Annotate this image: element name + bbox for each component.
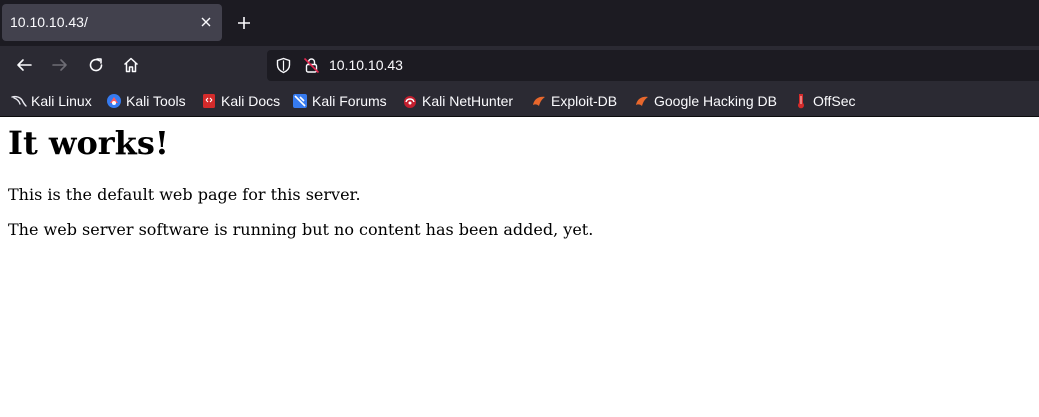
back-arrow-icon[interactable]: [14, 55, 34, 75]
bookmark-google-hacking-db[interactable]: Google Hacking DB: [634, 91, 777, 111]
bookmark-label: Kali Linux: [31, 93, 92, 109]
tab-title: 10.10.10.43/: [10, 14, 88, 30]
bookmarks-toolbar: Kali Linux Kali Tools Kali Docs Kali For…: [0, 85, 1039, 117]
tab-strip: 10.10.10.43/: [0, 0, 1039, 46]
kali-docs-icon: [203, 94, 215, 108]
bookmark-label: Exploit-DB: [551, 93, 618, 109]
bookmark-kali-tools[interactable]: Kali Tools: [106, 91, 186, 111]
tracking-protection-shield-icon[interactable]: [275, 57, 292, 74]
page-content: It works! This is the default web page f…: [0, 117, 1039, 417]
forward-arrow-icon[interactable]: [50, 55, 70, 75]
new-tab-icon[interactable]: [234, 13, 254, 33]
bookmark-label: Kali Forums: [312, 93, 387, 109]
insecure-connection-lock-icon[interactable]: [303, 57, 320, 74]
page-paragraph: The web server software is running but n…: [8, 220, 594, 239]
bookmark-label: Kali Tools: [126, 93, 186, 109]
close-tab-icon[interactable]: [197, 13, 215, 31]
offsec-icon: [798, 94, 804, 109]
bookmark-label: Kali NetHunter: [422, 93, 514, 109]
bookmark-label: OffSec: [813, 93, 856, 109]
reload-icon[interactable]: [86, 55, 106, 75]
kali-forums-icon: [293, 94, 307, 108]
bookmark-kali-docs[interactable]: Kali Docs: [201, 91, 280, 111]
tab-active[interactable]: 10.10.10.43/: [2, 4, 222, 41]
navigation-toolbar: 10.10.10.43: [0, 46, 1039, 85]
bookmark-offsec[interactable]: OffSec: [793, 91, 856, 111]
bookmark-kali-nethunter[interactable]: Kali NetHunter: [402, 91, 513, 111]
bookmark-kali-linux[interactable]: Kali Linux: [11, 91, 92, 111]
url-text[interactable]: 10.10.10.43: [329, 57, 403, 73]
kali-nethunter-icon: [404, 96, 416, 108]
bookmark-exploit-db[interactable]: Exploit-DB: [531, 91, 617, 111]
bookmark-label: Google Hacking DB: [654, 93, 777, 109]
exploit-db-icon: [533, 96, 545, 106]
google-hacking-db-icon: [636, 96, 648, 106]
page-paragraph: This is the default web page for this se…: [8, 185, 361, 204]
kali-tools-icon: [107, 94, 121, 108]
kali-dragon-icon: [11, 95, 27, 107]
home-icon[interactable]: [121, 55, 141, 75]
bookmark-label: Kali Docs: [221, 93, 281, 109]
bookmark-kali-forums[interactable]: Kali Forums: [292, 91, 387, 111]
page-heading: It works!: [8, 124, 169, 162]
url-bar[interactable]: 10.10.10.43: [267, 50, 1039, 81]
